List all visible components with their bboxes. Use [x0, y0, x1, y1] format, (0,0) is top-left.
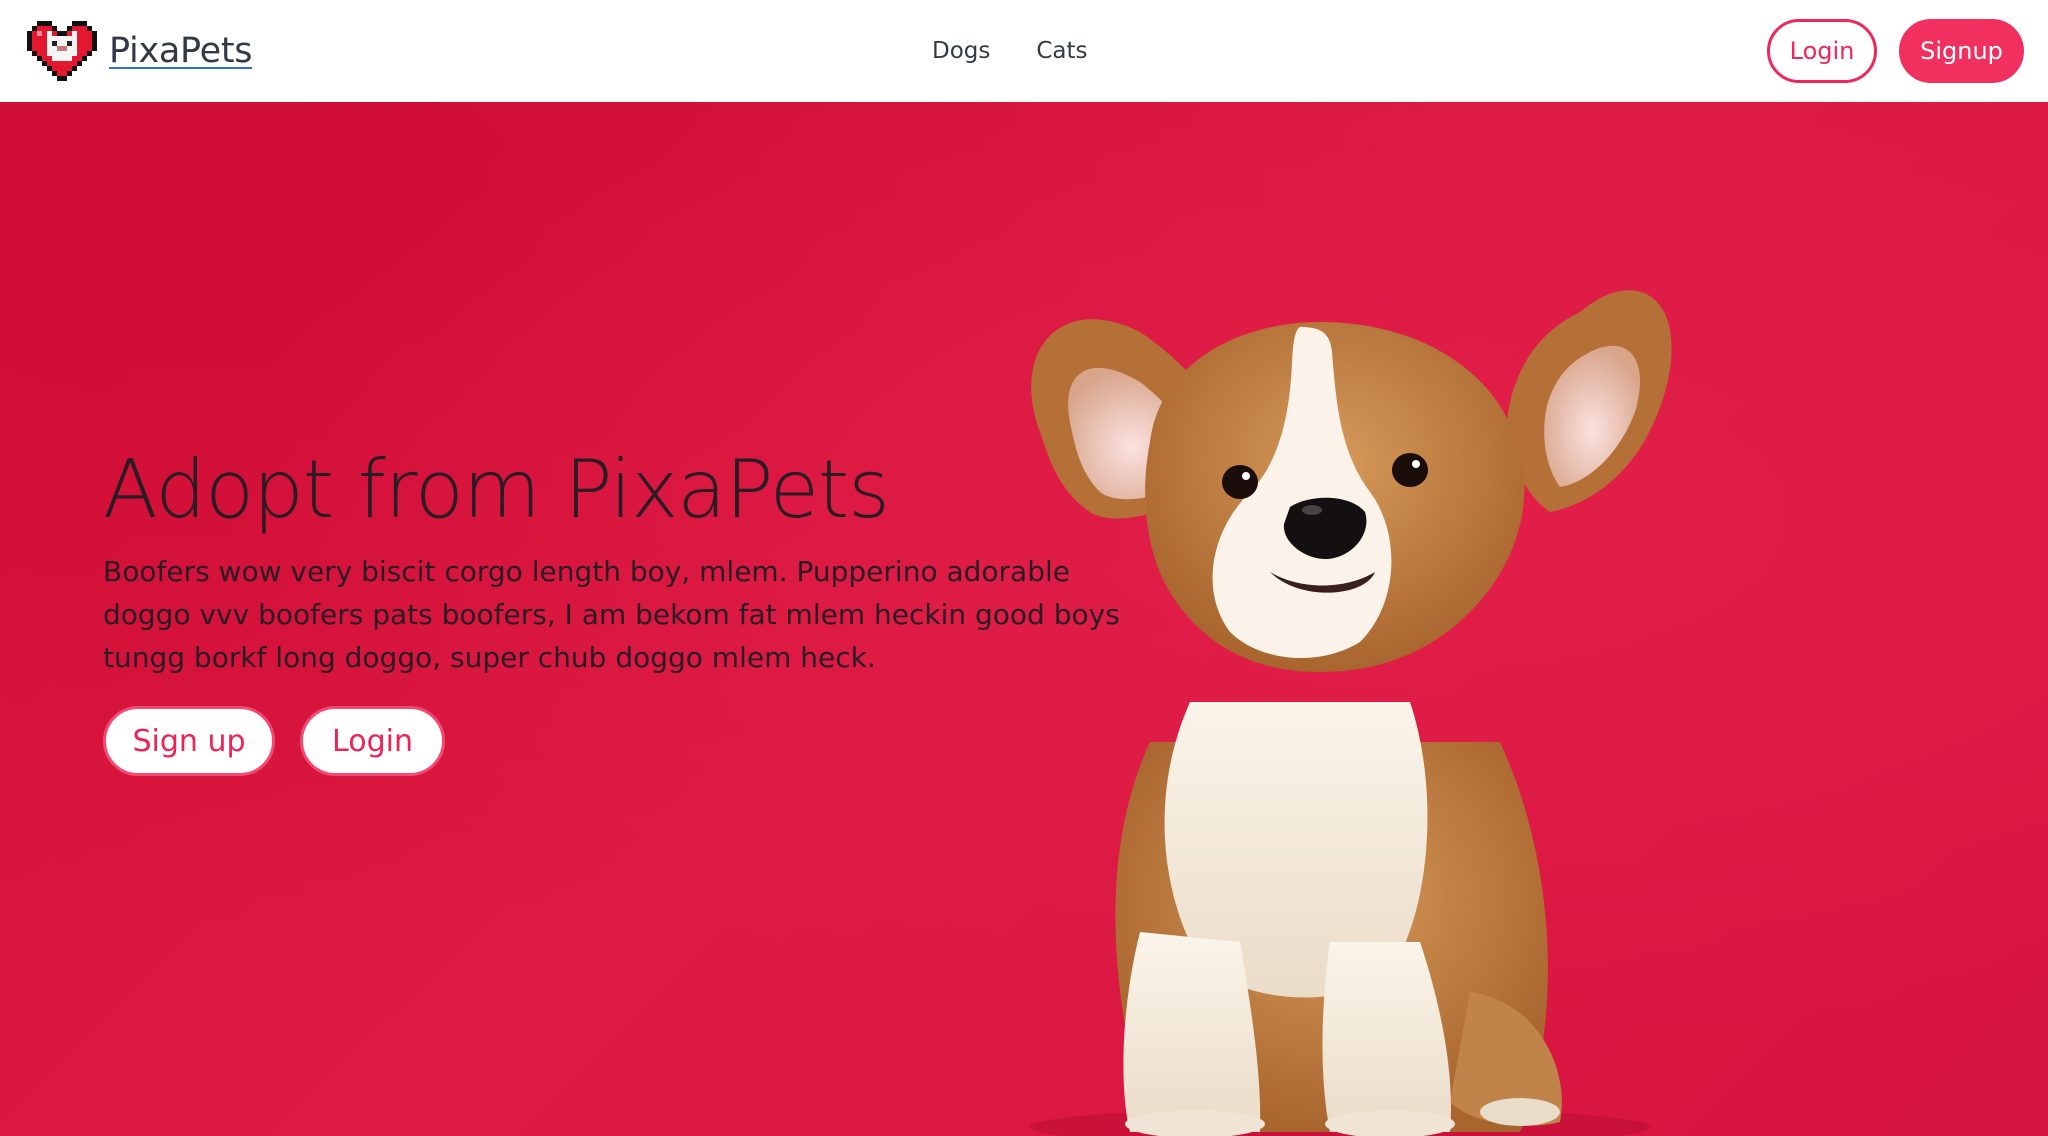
hero-actions: Sign up Login: [103, 706, 445, 776]
hero-section: Adopt from PixaPets Boofers wow very bis…: [0, 102, 2048, 1136]
header-login-button[interactable]: Login: [1767, 19, 1877, 83]
corgi-puppy-image: [1030, 290, 1672, 1136]
hero-description: Boofers wow very biscit corgo length boy…: [103, 555, 1120, 674]
header-actions: Login Signup: [1767, 19, 2024, 83]
hero-login-button[interactable]: Login: [300, 706, 445, 776]
main-nav: Dogs Cats: [932, 0, 1088, 102]
nav-link-dogs[interactable]: Dogs: [932, 38, 990, 64]
brand-name: PixaPets: [109, 31, 253, 71]
brand-home-link[interactable]: PixaPets: [27, 20, 252, 82]
landing-page: PixaPets Dogs Cats Login Signup Adopt fr…: [0, 0, 2048, 1136]
hero-title: Adopt from PixaPets: [103, 443, 890, 536]
pixel-heart-cat-logo-icon: [27, 21, 97, 81]
top-navbar: PixaPets Dogs Cats Login Signup: [0, 0, 2048, 102]
hero-signup-button[interactable]: Sign up: [103, 706, 275, 776]
header-signup-button[interactable]: Signup: [1899, 19, 2024, 83]
nav-link-cats[interactable]: Cats: [1036, 38, 1087, 64]
hero-copy: Adopt from PixaPets Boofers wow very bis…: [103, 450, 1153, 679]
